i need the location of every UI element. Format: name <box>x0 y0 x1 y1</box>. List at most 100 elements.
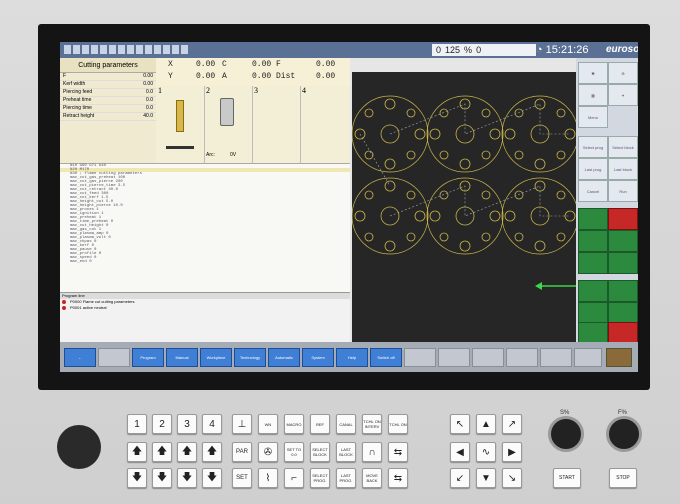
green-function-button[interactable] <box>608 302 638 324</box>
feed-override-knob[interactable] <box>606 416 642 452</box>
macro-key[interactable]: MACRO <box>284 414 304 434</box>
blank-softkey[interactable] <box>404 348 436 367</box>
red-function-button[interactable] <box>608 322 638 344</box>
tool-slot[interactable]: 4 <box>300 86 348 163</box>
ref-key[interactable]: REF <box>310 414 330 434</box>
system-softkey[interactable]: System <box>302 348 334 367</box>
green-function-button[interactable] <box>578 322 608 344</box>
canal-key[interactable]: CANAL <box>336 414 356 434</box>
down-arrow-icon[interactable]: 🡇 <box>177 468 197 488</box>
select-block-button[interactable]: Select block <box>608 136 638 158</box>
jog-down-icon[interactable]: ▼ <box>476 468 496 488</box>
empty-softkey[interactable] <box>98 348 130 367</box>
graphic-view[interactable] <box>352 58 576 342</box>
num-key-4[interactable]: 4 <box>202 414 222 434</box>
keyboard-softkey[interactable] <box>606 348 632 367</box>
last-block-key[interactable]: LAST BLOCK <box>336 442 356 462</box>
blank-softkey[interactable] <box>506 348 538 367</box>
select-prog-key[interactable]: SELECT PROG. <box>310 468 330 488</box>
last-prog-button[interactable]: Last prog <box>578 158 608 180</box>
cancel-button[interactable]: Cancel <box>578 180 608 202</box>
select-block-key[interactable]: SELECT BLOCK <box>310 442 330 462</box>
jog-up-right-icon[interactable]: ↗ <box>502 414 522 434</box>
blank-softkey[interactable] <box>438 348 470 367</box>
green-function-button[interactable] <box>578 208 608 230</box>
last-block-button[interactable]: Last block <box>608 158 638 180</box>
green-function-button[interactable] <box>578 280 608 302</box>
jog-down-left-icon[interactable]: ↙ <box>450 468 470 488</box>
tool-icon[interactable] <box>109 45 116 54</box>
move-back-key[interactable]: MOVE BACK <box>362 468 382 488</box>
green-function-button[interactable] <box>608 252 638 274</box>
set-zero-key[interactable]: SET TO 0.0 <box>284 442 304 462</box>
tool-icon[interactable] <box>118 45 125 54</box>
swap-icon[interactable]: ⇆ <box>388 468 408 488</box>
stop-button[interactable]: STOP <box>609 468 637 488</box>
manual-softkey[interactable]: Manual <box>166 348 198 367</box>
pattern-icon[interactable]: ✦ <box>608 84 638 106</box>
curve-icon[interactable]: ⌇ <box>258 468 278 488</box>
up-arrow-icon[interactable]: 🡅 <box>127 442 147 462</box>
tchl-on-key[interactable]: TCHL ON <box>388 414 408 434</box>
swap-icon[interactable]: ⇆ <box>388 442 408 462</box>
grid-icon[interactable]: ▦ <box>578 84 608 106</box>
menu-button[interactable]: Menu <box>578 106 608 128</box>
num-key-1[interactable]: 1 <box>127 414 147 434</box>
torch-key-icon[interactable]: ⊥ <box>232 414 252 434</box>
back-softkey[interactable]: ← <box>64 348 96 367</box>
jog-up-icon[interactable]: ▲ <box>476 414 496 434</box>
tool-icon[interactable] <box>100 45 107 54</box>
down-arrow-icon[interactable]: 🡇 <box>202 468 222 488</box>
settings-icon[interactable]: ✱ <box>578 62 608 84</box>
blank-softkey[interactable] <box>574 348 602 367</box>
up-arrow-icon[interactable]: 🡅 <box>152 442 172 462</box>
toolbar-icons[interactable] <box>64 45 188 54</box>
par-key[interactable]: PAR <box>232 442 252 462</box>
green-function-button[interactable] <box>608 280 638 302</box>
tool-icon[interactable] <box>64 45 71 54</box>
tool-icon[interactable] <box>172 45 179 54</box>
arch-icon[interactable]: ∩ <box>362 442 382 462</box>
line-icon[interactable]: ⌐ <box>284 468 304 488</box>
green-function-button[interactable] <box>608 230 638 252</box>
up-arrow-icon[interactable]: 🡅 <box>177 442 197 462</box>
tool-icon[interactable] <box>163 45 170 54</box>
blank-softkey[interactable] <box>540 348 572 367</box>
tool-slot[interactable]: 3 <box>252 86 301 163</box>
num-key-2[interactable]: 2 <box>152 414 172 434</box>
green-function-button[interactable] <box>578 252 608 274</box>
program-softkey[interactable]: Program <box>132 348 164 367</box>
select-prog-button[interactable]: Select prog <box>578 136 608 158</box>
last-prog-key[interactable]: LAST PROG. <box>336 468 356 488</box>
technology-softkey[interactable]: Technology <box>234 348 266 367</box>
spindle-override-knob[interactable] <box>548 416 584 452</box>
run-button[interactable]: Run <box>608 180 638 202</box>
start-button[interactable]: START <box>553 468 581 488</box>
zoom-icon[interactable]: ⊕ <box>608 62 638 84</box>
speed-override[interactable]: 0 125 % 0 <box>432 44 536 56</box>
wn-key[interactable]: WN <box>258 414 278 434</box>
set-key[interactable]: SET <box>232 468 252 488</box>
tool-icon[interactable] <box>73 45 80 54</box>
tool-slot[interactable]: 2 Arc: 0V <box>204 86 253 163</box>
tool-icon[interactable] <box>181 45 188 54</box>
green-function-button[interactable] <box>578 302 608 324</box>
jog-up-left-icon[interactable]: ↖ <box>450 414 470 434</box>
tool-icon[interactable] <box>145 45 152 54</box>
red-function-button[interactable] <box>608 208 638 230</box>
tool-slot[interactable]: 1 <box>156 86 205 163</box>
nc-program-editor[interactable]: N10 G90 G71 G40 N20 M170 N30 ; flame cutti… <box>60 163 350 293</box>
tool-icon[interactable] <box>136 45 143 54</box>
code-line[interactable]: mac_end 0 <box>60 260 350 264</box>
green-function-button[interactable] <box>578 230 608 252</box>
num-key-3[interactable]: 3 <box>177 414 197 434</box>
blank-softkey[interactable] <box>472 348 504 367</box>
down-arrow-icon[interactable]: 🡇 <box>152 468 172 488</box>
fan-icon[interactable]: ✇ <box>258 442 278 462</box>
tool-icon[interactable] <box>127 45 134 54</box>
tchl-interv-key[interactable]: TCHL ON INTERV <box>362 414 382 434</box>
help-softkey[interactable]: Help <box>336 348 368 367</box>
jog-left-icon[interactable]: ◀ <box>450 442 470 462</box>
tool-icon[interactable] <box>91 45 98 54</box>
message-item[interactable]: P0001 active neutral <box>60 305 350 311</box>
